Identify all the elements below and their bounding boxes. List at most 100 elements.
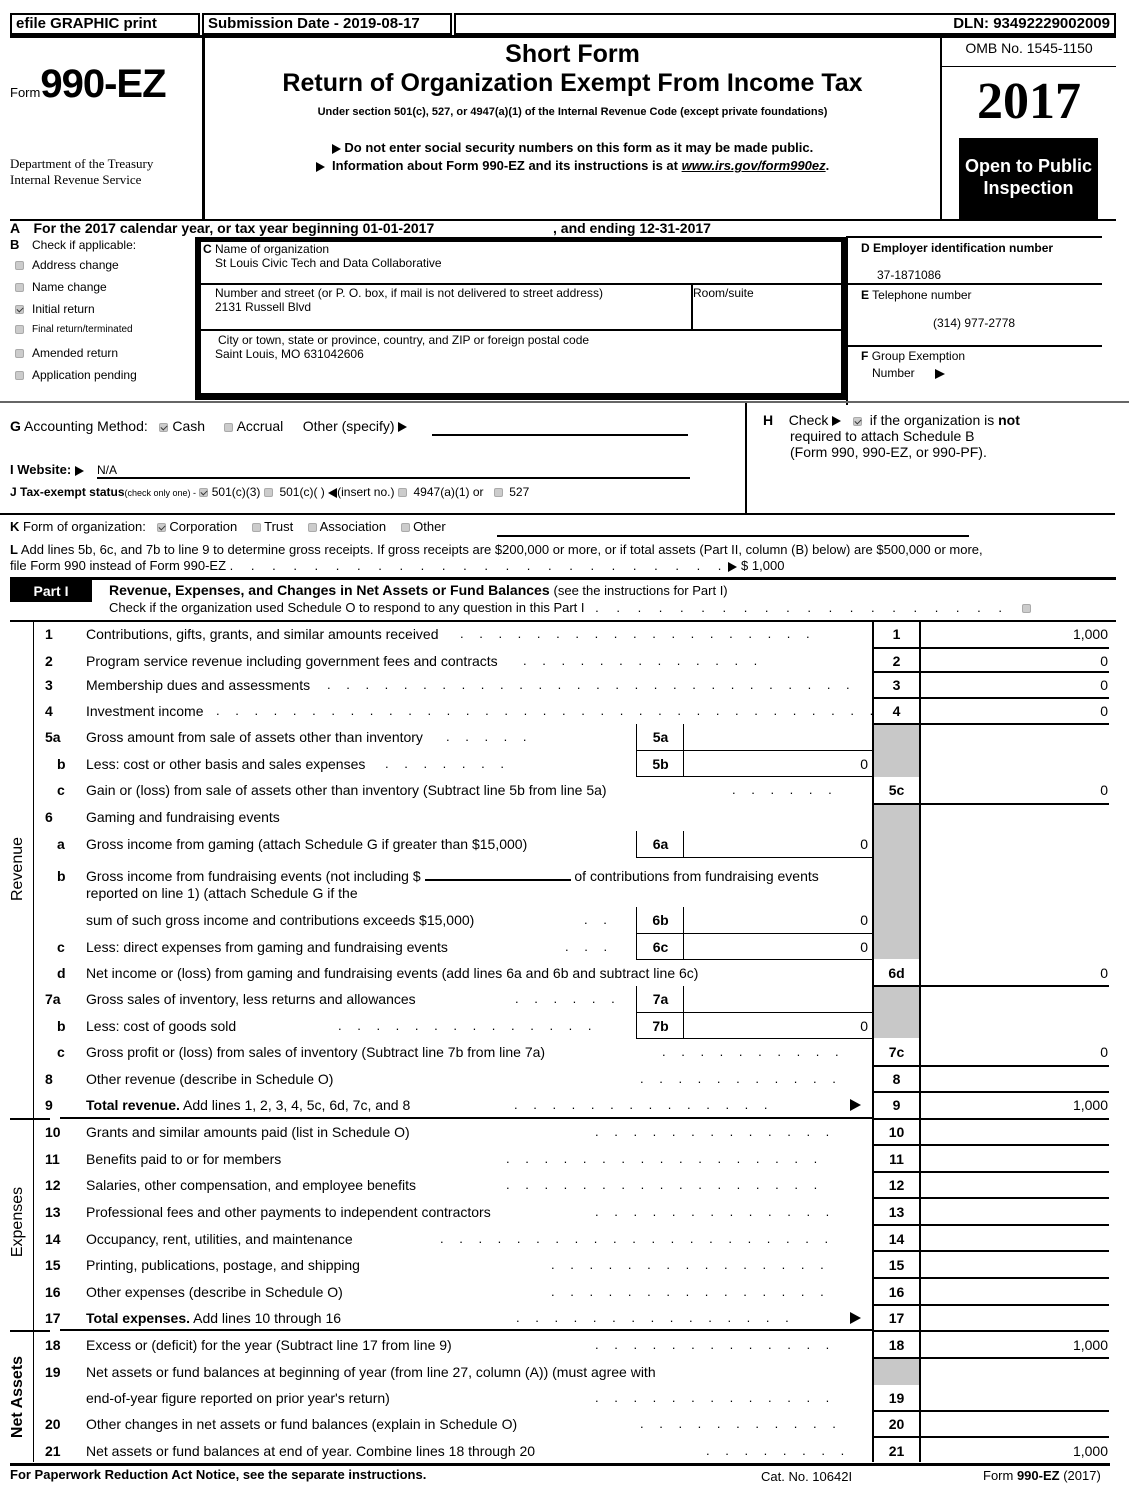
section-b-checkbox[interactable] (15, 261, 24, 271)
line-21-value[interactable]: 1,000 (920, 1443, 1108, 1459)
line-5c-value[interactable]: 0 (920, 782, 1108, 798)
line-6d-value[interactable]: 0 (920, 965, 1108, 981)
527-checkbox[interactable] (493, 488, 503, 498)
line-9-text: Add lines 1, 2, 3, 4, 5c, 6d, 7c, and 8 (179, 1097, 411, 1113)
line-7c-value[interactable]: 0 (920, 1044, 1108, 1060)
line-description: Salaries, other compensation, and employ… (86, 1177, 416, 1193)
line-6d-row: d Net income or (loss) from gaming and f… (0, 960, 1129, 986)
dept-treasury: Department of the Treasury Internal Reve… (10, 156, 153, 188)
notice-info: Information about Form 990-EZ and its in… (205, 158, 940, 173)
tax-exempt-hint: (check only one) - (124, 488, 197, 498)
line-7c-row: c Gross profit or (loss) from sales of i… (57, 1044, 1108, 1060)
line-description: Printing, publications, postage, and shi… (86, 1257, 360, 1273)
line-7b-value[interactable]: 0 (684, 1018, 868, 1034)
line-18-value[interactable]: 1,000 (920, 1337, 1108, 1353)
group-exemption-label: Group Exemption (871, 349, 966, 363)
cash-checkbox[interactable] (159, 422, 169, 432)
schedule-b-checkbox[interactable] (852, 416, 862, 426)
section-h-letter: H (763, 412, 774, 428)
website-label-text: Website: (17, 462, 72, 477)
schedule-b-text-2: required to attach Schedule B (790, 428, 975, 444)
corporation-checkbox[interactable] (156, 523, 166, 533)
line-6b-value[interactable]: 0 (684, 912, 868, 928)
part-title-text: Revenue, Expenses, and Changes in Net As… (109, 582, 550, 598)
line-number: 4 (45, 703, 53, 719)
irs-link[interactable]: www.irs.gov/form990ez (682, 158, 826, 173)
line-5c-row: c Gain or (loss) from sale of assets oth… (57, 782, 1108, 798)
line-number: 20 (45, 1416, 61, 1432)
section-b-checkbox[interactable] (15, 305, 24, 315)
section-j-letter: J (10, 485, 17, 499)
accounting-method-label: Accounting Method: (24, 418, 148, 434)
section-l-text-2: file Form 990 instead of Form 990-EZ (10, 558, 227, 573)
line-6a-value[interactable]: 0 (684, 836, 868, 852)
fundraising-contributions-input[interactable] (424, 869, 571, 881)
line-12-row: 12 Salaries, other compensation, and emp… (0, 1172, 1129, 1198)
501c-checkbox[interactable] (263, 488, 273, 498)
501c3-checkbox[interactable] (199, 488, 209, 498)
form-footer-year: (2017) (1059, 1468, 1101, 1483)
line-16-row: 16 Other expenses (describe in Schedule … (0, 1279, 1129, 1305)
other-org-input[interactable] (497, 535, 969, 537)
open-public-line-1: Open to Public (964, 156, 1092, 176)
line-number: 6 (45, 809, 53, 825)
line-17-text: Add lines 10 through 16 (190, 1310, 342, 1326)
trust-checkbox[interactable] (251, 523, 261, 533)
total-revenue-value[interactable]: 1,000 (920, 1097, 1108, 1113)
accrual-checkbox[interactable] (224, 422, 234, 432)
line-description: Gross amount from sale of assets other t… (86, 729, 423, 745)
section-b-item-label: Application pending (32, 368, 137, 382)
section-b-checkbox[interactable] (15, 349, 24, 359)
section-b-checkbox[interactable] (15, 324, 24, 334)
section-d-letter: D (861, 241, 870, 255)
part-title: Revenue, Expenses, and Changes in Net As… (109, 582, 728, 598)
line-description: Other revenue (describe in Schedule O) (86, 1071, 334, 1087)
line-6b-desc-1b: of contributions from fundraising events (574, 868, 819, 884)
line-3-value[interactable]: 0 (920, 677, 1108, 693)
other-method-input[interactable] (432, 420, 688, 436)
section-l-letter: L (10, 542, 18, 557)
section-b-checkbox[interactable] (15, 283, 24, 293)
section-a-end: , and ending 12-31-2017 (553, 220, 711, 236)
line-18-row: 18 Excess or (deficit) for the year (Sub… (45, 1337, 1108, 1353)
line-3-row: 3 Membership dues and assessments . . . … (45, 677, 1108, 693)
association-checkbox[interactable] (307, 523, 317, 533)
line-number: 2 (45, 653, 53, 669)
arrow-icon (398, 422, 408, 433)
line-5b-value[interactable]: 0 (684, 756, 868, 772)
line-6c-value[interactable]: 0 (684, 939, 868, 955)
inner-box-label: 7b (652, 1018, 669, 1034)
tax-exempt-status: J Tax-exempt status(check only one) - 50… (10, 485, 529, 499)
inner-box-label: 6a (652, 836, 669, 852)
arrow-icon (850, 1312, 861, 1324)
form-footer-prefix: Form (983, 1468, 1017, 1483)
section-l: L Add lines 5b, 6c, and 7b to line 9 to … (10, 542, 983, 573)
line-number: 21 (45, 1443, 61, 1459)
schedule-o-checkbox[interactable] (1021, 604, 1031, 614)
city-field: City or town, state or province, country… (215, 333, 589, 361)
line-7b-row: b Less: cost of goods sold . . . . . . .… (57, 1018, 868, 1034)
org-name-field: C Name of organization St Louis Civic Te… (203, 242, 442, 270)
line-7a-row: 7a Gross sales of inventory, less return… (0, 986, 1129, 1012)
line-6b-box-row: sum of such gross income and contributio… (86, 912, 868, 928)
line-17-bold: Total expenses. (86, 1310, 191, 1326)
ein-label-text: Employer identification number (873, 241, 1054, 255)
line-number: 11 (45, 1151, 60, 1167)
line-1-value[interactable]: 1,000 (920, 626, 1108, 642)
ein-value: 37-1871086 (877, 268, 942, 282)
section-a-letter: A (10, 220, 20, 236)
4947-checkbox[interactable] (397, 488, 407, 498)
dept-line-1: Department of the Treasury (10, 156, 154, 171)
line-19-row: 19 Net assets or fund balances at beginn… (0, 1359, 1129, 1385)
phone-label-text: Telephone number (872, 288, 972, 302)
line-box-label: 18 (888, 1337, 905, 1353)
line-number: b (57, 1018, 66, 1034)
section-b-checkbox[interactable] (15, 371, 24, 381)
line-4-value[interactable]: 0 (920, 703, 1108, 719)
line-2-value[interactable]: 0 (920, 653, 1108, 669)
other-org-checkbox[interactable] (400, 523, 410, 533)
line-box-label: 16 (888, 1284, 905, 1300)
section-e-letter: E (861, 288, 870, 302)
title-short: Short Form (505, 40, 640, 68)
org-name-label: Name of organization (215, 242, 330, 256)
